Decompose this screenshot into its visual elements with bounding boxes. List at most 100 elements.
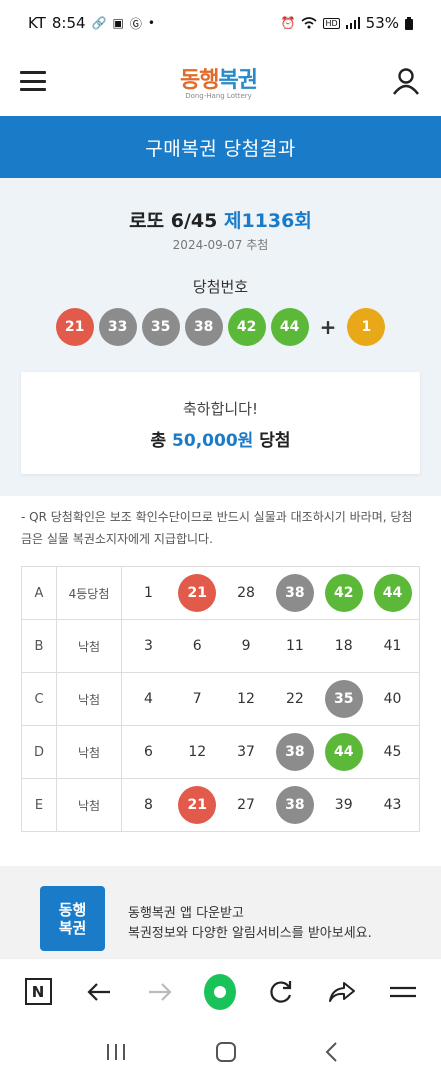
matched-number: 21 [178, 786, 217, 824]
winning-ball: 38 [184, 308, 223, 346]
reload-icon [270, 980, 292, 1003]
table-row: E 낙첨 8 21 27 38 39 43 [21, 778, 420, 832]
ticket-number: 7 [192, 691, 202, 707]
recent-apps-icon[interactable] [104, 1042, 128, 1062]
matched-number: 38 [275, 574, 314, 612]
ticket-number: 40 [383, 691, 402, 707]
bonus-ball: 1 [347, 308, 386, 346]
ticket-table: A 4등당첨 1 21 28 38 42 44 B 낙첨 3 6 9 11 18 41 C 낙첨 4 7 12 22 35 4… [21, 566, 420, 832]
app-promo[interactable]: 동행 복권 동행복권 앱 다운받고 복권정보와 다양한 알림서비스를 받아보세요. [0, 866, 441, 966]
ticket-numbers: 8 21 27 38 39 43 [121, 778, 420, 832]
promo-text: 동행복권 앱 다운받고 복권정보와 다양한 알림서비스를 받아보세요. [128, 904, 372, 944]
table-row: A 4등당첨 1 21 28 38 42 44 [21, 566, 420, 620]
dot-icon: • [147, 16, 155, 30]
result-section: 로또 6/45 제1136회 2024-09-07 추첨 당첨번호 21 33 35… [0, 178, 441, 496]
ticket-number: 37 [237, 744, 255, 760]
reload-button[interactable] [265, 976, 297, 1008]
battery-percent: 53% [365, 14, 399, 32]
ticket-number: 3 [143, 638, 153, 654]
ticket-row-label: E [21, 778, 57, 832]
draw-date: 2024-09-07 추첨 [172, 238, 269, 252]
prize-prefix: 총 [150, 431, 167, 451]
prize-suffix: 당첨 [259, 431, 291, 451]
clock: 8:54 [51, 14, 86, 32]
system-home-icon[interactable] [215, 1041, 237, 1063]
browser-menu-button[interactable] [387, 976, 419, 1008]
ticket-number: 12 [188, 744, 207, 760]
system-back-icon[interactable] [324, 1041, 338, 1063]
status-left: KT 8:54 🔗 ▣ Ⓖ • [28, 14, 155, 32]
ticket-number: 18 [334, 638, 353, 654]
logo-subtitle: Dong-Hang Lottery [185, 92, 252, 100]
back-button[interactable] [83, 976, 115, 1008]
status-bar: KT 8:54 🔗 ▣ Ⓖ • ⏰ HD 53% [0, 0, 441, 46]
table-row: D 낙첨 6 12 37 38 44 45 [21, 725, 420, 779]
matched-number: 38 [275, 733, 314, 771]
ticket-number: 9 [241, 638, 251, 654]
logo-text-1: 동행 [180, 68, 219, 93]
congrats-box: 축하합니다! 총 50,000원 당첨 [21, 372, 420, 474]
image-icon: ▣ [112, 16, 124, 30]
ticket-number: 4 [143, 691, 153, 707]
n-button[interactable]: N [22, 976, 54, 1008]
winning-numbers-label: 당첨번호 [192, 278, 249, 296]
ticket-row-label: D [21, 725, 57, 779]
page-title: 구매복권 당첨결과 [0, 116, 441, 178]
winning-ball: 33 [98, 308, 137, 346]
winning-ball: 35 [141, 308, 180, 346]
table-row: B 낙첨 3 6 9 11 18 41 [21, 619, 420, 673]
user-icon[interactable] [391, 66, 421, 96]
link-icon: 🔗 [91, 16, 107, 30]
signal-icon [345, 17, 360, 29]
matched-number: 21 [178, 574, 217, 612]
congrats-text: 축하합니다! [182, 400, 258, 418]
home-button[interactable] [204, 973, 237, 1010]
back-icon [87, 982, 110, 1001]
matched-number: 38 [275, 786, 314, 824]
home-icon [204, 973, 237, 1010]
ticket-rank: 낙첨 [56, 778, 122, 832]
prize-amount: 50,000원 [172, 431, 254, 451]
share-icon [329, 981, 356, 1002]
share-button[interactable] [326, 976, 358, 1008]
ticket-number: 6 [143, 744, 153, 760]
table-row: C 낙첨 4 7 12 22 35 40 [21, 672, 420, 726]
prize-line: 총 50,000원 당첨 [21, 426, 420, 451]
ticket-number: 39 [334, 797, 353, 813]
battery-icon [405, 16, 413, 30]
logo[interactable]: 동행복권 Dong-Hang Lottery [180, 62, 258, 100]
ticket-row-label: A [21, 566, 57, 620]
ticket-number: 1 [143, 585, 153, 601]
carrier: KT [28, 14, 46, 32]
menu-icon[interactable] [20, 71, 46, 91]
ticket-rank: 4등당첨 [56, 566, 122, 620]
ticket-numbers: 6 12 37 38 44 45 [121, 725, 420, 779]
ticket-number: 12 [237, 691, 255, 707]
ticket-rank: 낙첨 [56, 725, 122, 779]
plus-sign: + [319, 315, 337, 339]
ticket-number: 27 [237, 797, 255, 813]
winning-ball: 42 [227, 308, 266, 346]
winning-ball: 21 [55, 308, 94, 346]
promo-line-1: 동행복권 앱 다운받고 [128, 906, 244, 921]
ticket-number: 45 [383, 744, 402, 760]
browser-toolbar: N [0, 958, 441, 1024]
game-name: 로또 6/45 [129, 210, 218, 232]
ticket-number: 11 [285, 638, 304, 654]
ticket-row-label: C [21, 672, 57, 726]
alarm-icon: ⏰ [280, 16, 296, 30]
ticket-number: 41 [383, 638, 402, 654]
browser-menu-icon [389, 986, 416, 997]
draw-round: 제1136회 [223, 210, 312, 232]
matched-number: 35 [324, 680, 363, 718]
n-icon: N [24, 978, 52, 1005]
system-nav-bar [0, 1024, 441, 1080]
ticket-number: 22 [285, 691, 304, 707]
ticket-rank: 낙첨 [56, 672, 122, 726]
forward-button[interactable] [144, 976, 176, 1008]
notice-text: - QR 당첨확인은 보조 확인수단이므로 반드시 실물과 대조하시기 바라며,… [21, 510, 413, 546]
ticket-number: 8 [143, 797, 153, 813]
status-right: ⏰ HD 53% [281, 14, 413, 32]
winning-numbers: 21 33 35 38 42 44 +1 [0, 308, 441, 346]
draw-title: 로또 6/45 제1136회 [0, 206, 441, 233]
